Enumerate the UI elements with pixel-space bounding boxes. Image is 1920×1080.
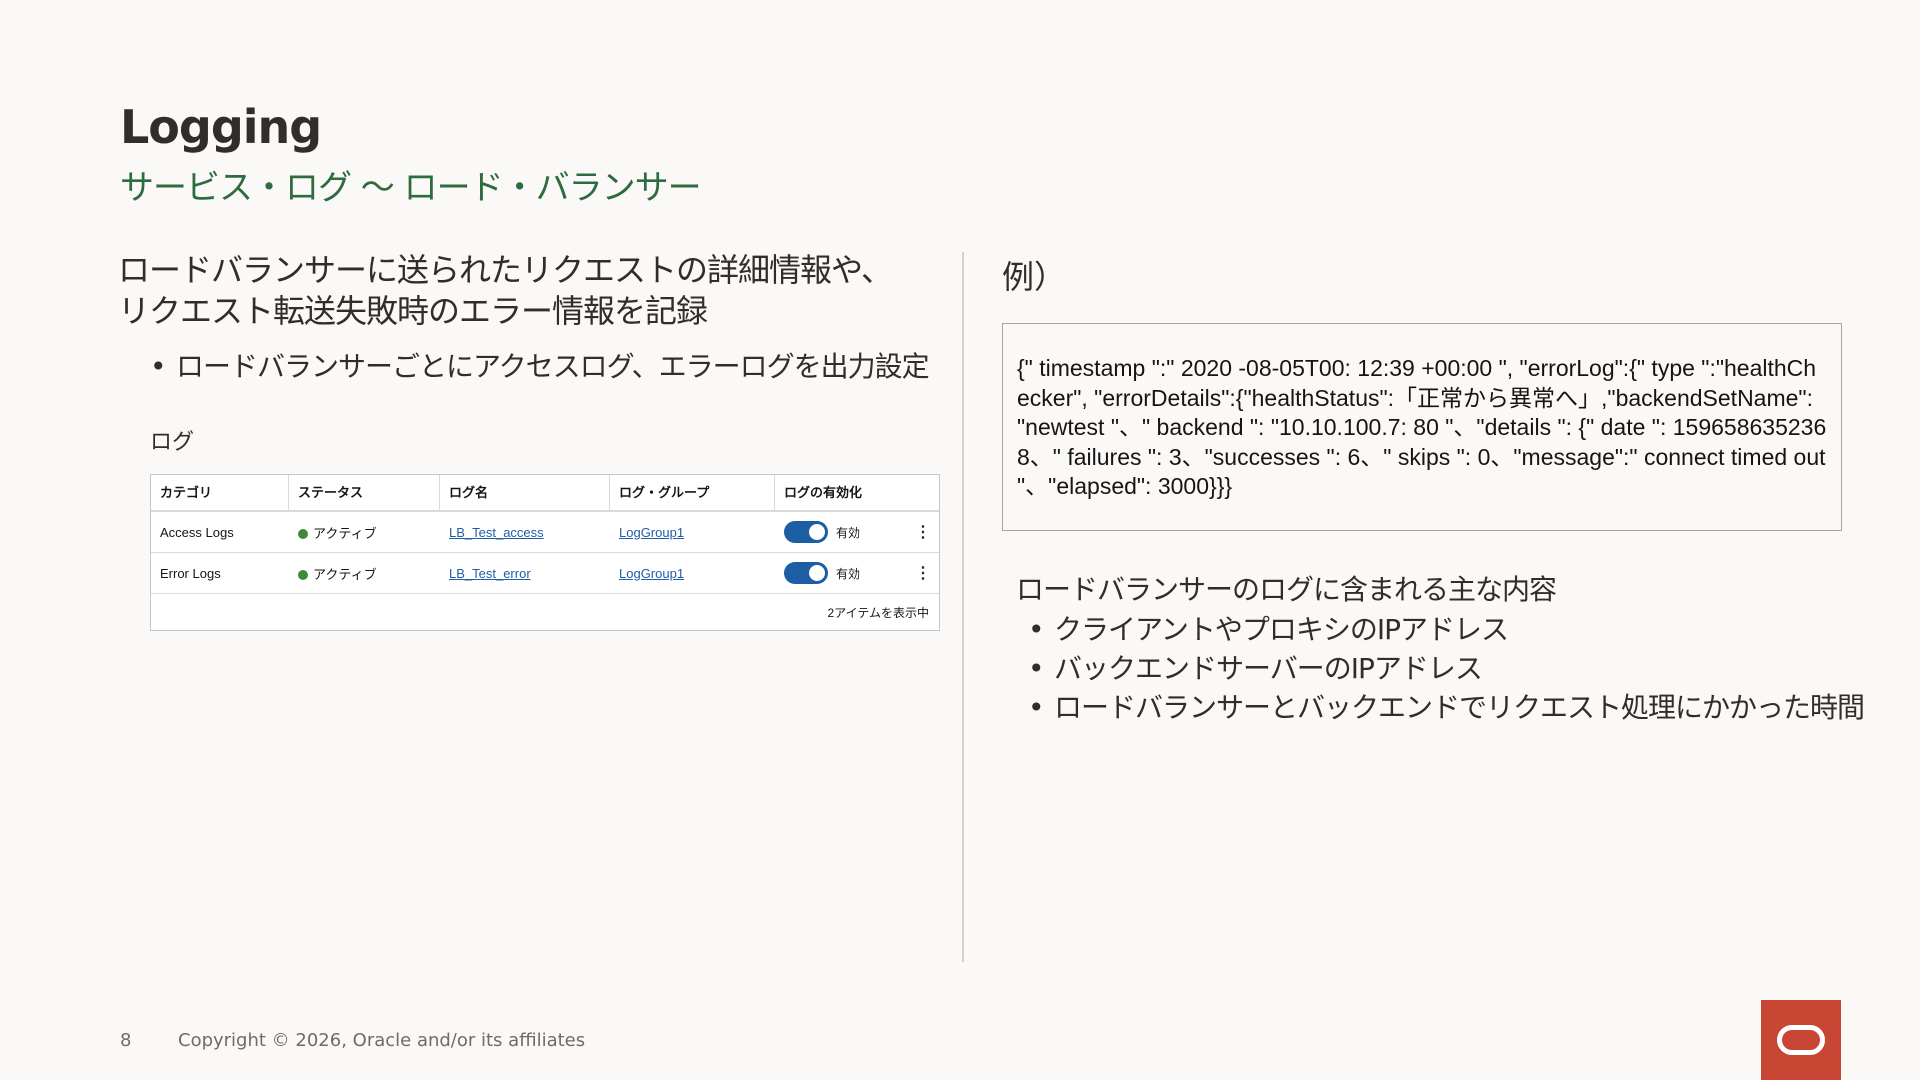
row-enable: 有効 ⋮: [775, 521, 939, 543]
row-log-name: LB_Test_access: [440, 525, 610, 540]
status-text: アクティブ: [313, 525, 377, 541]
log-group-link[interactable]: LogGroup1: [619, 525, 684, 540]
list-item: • ロードバランサーとバックエンドでリクエスト処理にかかった時間: [1028, 688, 1865, 727]
table-header-row: カテゴリ ステータス ログ名 ログ・グループ ログの有効化: [151, 475, 939, 512]
slide-title: Logging: [120, 100, 322, 154]
bullet-marker: •: [1028, 691, 1045, 724]
column-header-enable: ログの有効化: [784, 485, 863, 500]
page-number: 8: [120, 1030, 132, 1051]
left-bullet: • ロードバランサーごとにアクセスログ、エラーログを出力設定: [150, 345, 930, 385]
right-heading: ロードバランサーのログに含まれる主な内容: [1016, 573, 1557, 606]
toggle-switch-icon[interactable]: [784, 562, 828, 584]
log-name-link[interactable]: LB_Test_access: [449, 525, 544, 540]
log-group-link[interactable]: LogGroup1: [619, 566, 684, 581]
row-log-name: LB_Test_error: [440, 566, 610, 581]
row-status: アクティブ: [289, 564, 440, 583]
toggle-switch-icon[interactable]: [784, 521, 828, 543]
row-log-group: LogGroup1: [610, 566, 775, 581]
list-item: • クライアントやプロキシのIPアドレス: [1028, 610, 1864, 649]
left-heading: ロードバランサーに送られたリクエストの詳細情報や、リクエスト転送失敗時のエラー情…: [118, 251, 893, 330]
table-footer: 2アイテムを表示中: [827, 606, 929, 620]
bullet-marker: •: [150, 350, 167, 383]
left-bullet-text: ロードバランサーごとにアクセスログ、エラーログを出力設定: [176, 350, 930, 383]
log-label: ログ: [150, 430, 195, 455]
log-table: カテゴリ ステータス ログ名 ログ・グループ ログの有効化 Access Log…: [150, 474, 940, 631]
column-header-status: ステータス: [289, 475, 440, 510]
green-dot-icon: [298, 569, 308, 580]
slide-subtitle: サービス・ログ 〜 ロード・バランサー: [120, 168, 702, 208]
kebab-menu-icon[interactable]: ⋮: [915, 563, 931, 583]
log-name-link[interactable]: LB_Test_error: [449, 566, 531, 581]
bullet-marker: •: [1028, 652, 1045, 685]
list-item-text: バックエンドサーバーのIPアドレス: [1054, 652, 1483, 685]
table-row: Error Logs アクティブ LB_Test_error LogGroup1…: [151, 553, 939, 594]
row-log-group: LogGroup1: [610, 525, 775, 540]
example-label: 例）: [1002, 258, 1067, 296]
toggle-label: 有効: [836, 566, 861, 581]
column-header-log-name: ログ名: [440, 475, 610, 510]
list-item: • バックエンドサーバーのIPアドレス: [1028, 649, 1864, 688]
column-header-category: カテゴリ: [151, 475, 289, 510]
copyright-text: Copyright © 2026, Oracle and/or its affi…: [178, 1030, 586, 1051]
kebab-menu-icon[interactable]: ⋮: [915, 522, 931, 542]
row-enable: 有効 ⋮: [775, 562, 939, 584]
logo-oval: [1777, 1025, 1825, 1055]
row-status: アクティブ: [289, 523, 440, 542]
list-item-text: ロードバランサーとバックエンドでリクエスト処理にかかった時間: [1054, 691, 1865, 724]
status-text: アクティブ: [313, 566, 377, 582]
bullet-marker: •: [1028, 613, 1045, 646]
row-category: Error Logs: [160, 565, 221, 581]
green-dot-icon: [298, 528, 308, 539]
json-example-box: {" timestamp ":" 2020 -08-05T00: 12:39 +…: [1002, 323, 1842, 531]
column-divider: [962, 252, 964, 962]
right-list: • クライアントやプロキシのIPアドレス • バックエンドサーバーのIPアドレス •…: [1028, 610, 1865, 727]
toggle-label: 有効: [836, 525, 861, 540]
row-category: Access Logs: [160, 524, 234, 540]
column-header-log-group: ログ・グループ: [610, 475, 775, 510]
oracle-logo-icon: [1761, 1000, 1841, 1080]
table-row: Access Logs アクティブ LB_Test_access LogGrou…: [151, 512, 939, 553]
list-item-text: クライアントやプロキシのIPアドレス: [1054, 613, 1509, 646]
